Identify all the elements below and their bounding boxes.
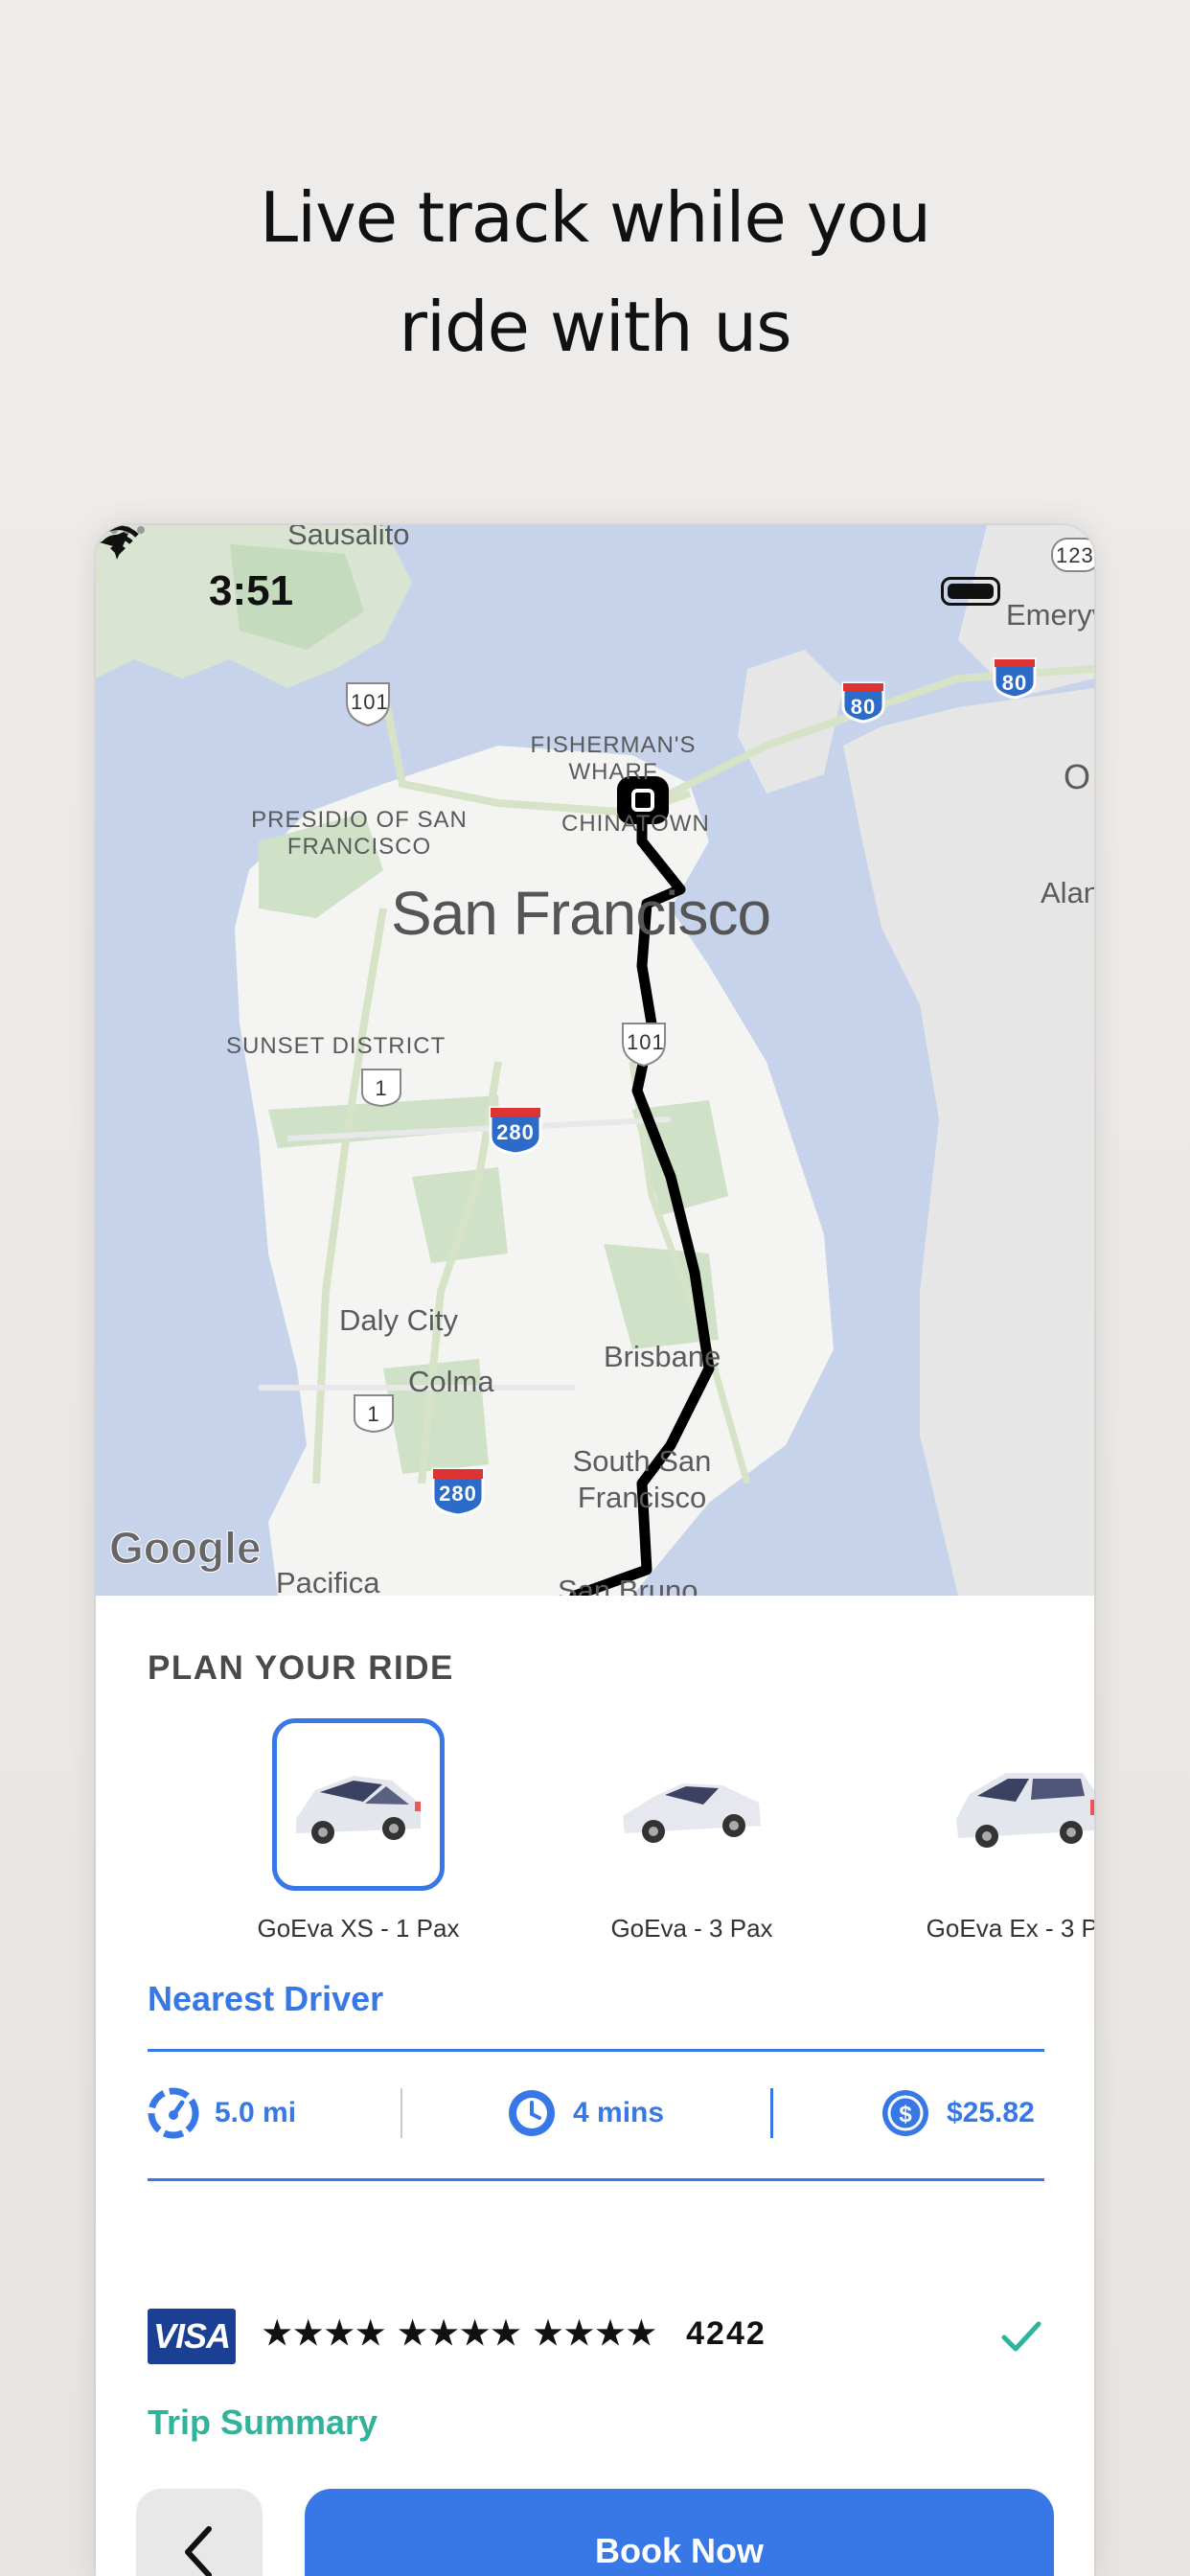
driver-stats: 5.0 mi 4 mins $ $25.82 [148, 2063, 1044, 2163]
check-icon [1001, 2321, 1041, 2352]
map-label-pacifica: Pacifica [276, 1566, 380, 1596]
nearest-driver-title: Nearest Driver [148, 1979, 384, 2018]
battery-icon [941, 577, 1000, 606]
map-label-emeryville: Emeryv [1006, 598, 1094, 632]
time-value: 4 mins [573, 2097, 665, 2128]
ride-option-standard[interactable]: GoEva - 3 Pax [548, 1718, 835, 1948]
trip-summary-title[interactable]: Trip Summary [148, 2403, 378, 2443]
ride-thumb [606, 1718, 778, 1891]
map-label-sausalito: Sausalito [287, 525, 410, 551]
shield-280-north: 280 [496, 1120, 535, 1144]
visa-logo: VISA [148, 2309, 236, 2364]
status-time: 3:51 [209, 567, 294, 614]
map-view[interactable]: 101 101 1 1 280 280 80 80 123 Sausalito … [96, 525, 1094, 1596]
shield-80-bridge: 80 [850, 695, 877, 719]
stat-separator [400, 2088, 402, 2138]
ride-label: GoEva XS - 1 Pax [257, 1914, 460, 1943]
map-label-brisbane: Brisbane [604, 1340, 721, 1373]
card-number: ★★★★ ★★★★ ★★★★ 4242 [263, 2314, 767, 2353]
shield-101-north: 101 [351, 690, 389, 714]
clock-icon [509, 2090, 555, 2136]
speedometer-icon [148, 2087, 199, 2139]
card-masked: ★★★★ ★★★★ ★★★★ [263, 2315, 658, 2352]
book-now-button[interactable]: Book Now [305, 2489, 1054, 2576]
distance-stat: 5.0 mi [148, 2063, 296, 2163]
map-label-san-bruno: San Bruno [558, 1574, 698, 1596]
divider-bottom [148, 2178, 1044, 2181]
shield-123: 123 [1056, 543, 1094, 567]
ride-option-xs[interactable]: GoEva XS - 1 Pax [215, 1718, 502, 1948]
hatchback-car-icon [296, 1776, 421, 1844]
plan-ride-title: PLAN YOUR RIDE [148, 1649, 454, 1687]
map-label-colma: Colma [408, 1365, 494, 1398]
card-last4: 4242 [686, 2315, 767, 2352]
map-label-alameda: Alan [1041, 876, 1094, 909]
ride-sheet: PLAN YOUR RIDE GoEva XS - 1 Pax GoEva - … [96, 1596, 1094, 2576]
phone-screen: 101 101 1 1 280 280 80 80 123 Sausalito … [96, 525, 1094, 2576]
divider-top [148, 2049, 1044, 2052]
time-stat: 4 mins [506, 2063, 664, 2163]
shield-80-east: 80 [1001, 671, 1028, 695]
minivan-car-icon [956, 1773, 1094, 1848]
shield-1-sunset: 1 [375, 1076, 388, 1100]
back-button[interactable] [136, 2489, 263, 2576]
map-label-oakland: O [1064, 757, 1091, 796]
map-label-fishermans-wharf: FISHERMAN'S WHARF [530, 732, 697, 785]
shield-101-city: 101 [627, 1030, 665, 1054]
shield-1-south: 1 [367, 1402, 380, 1426]
fare-stat: $ $25.82 [880, 2063, 1035, 2163]
map-label-chinatown: CHINATOWN [561, 811, 710, 837]
google-attribution: Google [108, 1523, 262, 1574]
sedan-car-icon [623, 1783, 761, 1843]
stat-separator [770, 2088, 773, 2138]
map-label-san-francisco: San Francisco [391, 879, 771, 948]
payment-card[interactable]: VISA ★★★★ ★★★★ ★★★★ 4242 [148, 2309, 1044, 2370]
headline-line-1: Live track while you [259, 177, 931, 258]
chevron-left-icon [185, 2526, 212, 2576]
fare-value: $25.82 [947, 2097, 1035, 2128]
ride-thumb [939, 1718, 1094, 1891]
map-label-sunset: SUNSET DISTRICT [226, 1033, 446, 1059]
headline-line-2: ride with us [399, 287, 791, 367]
map-canvas [96, 525, 1094, 1596]
map-label-daly-city: Daly City [339, 1303, 459, 1337]
dollar-icon: $ [882, 2090, 928, 2136]
shield-280-south: 280 [439, 1482, 477, 1506]
ride-thumb [272, 1718, 445, 1891]
ride-option-ex[interactable]: GoEva Ex - 3 Pax [881, 1718, 1094, 1948]
distance-value: 5.0 mi [215, 2097, 297, 2128]
ride-label: GoEva Ex - 3 Pax [926, 1914, 1094, 1943]
map-label-presidio: PRESIDIO OF SAN FRANCISCO [251, 807, 468, 860]
svg-text:$: $ [899, 2102, 912, 2128]
wifi-icon [97, 525, 139, 556]
headline: Live track while you ride with us [0, 163, 1190, 381]
ride-label: GoEva - 3 Pax [610, 1914, 773, 1943]
map-label-south-san-francisco: South San Francisco [572, 1444, 712, 1514]
